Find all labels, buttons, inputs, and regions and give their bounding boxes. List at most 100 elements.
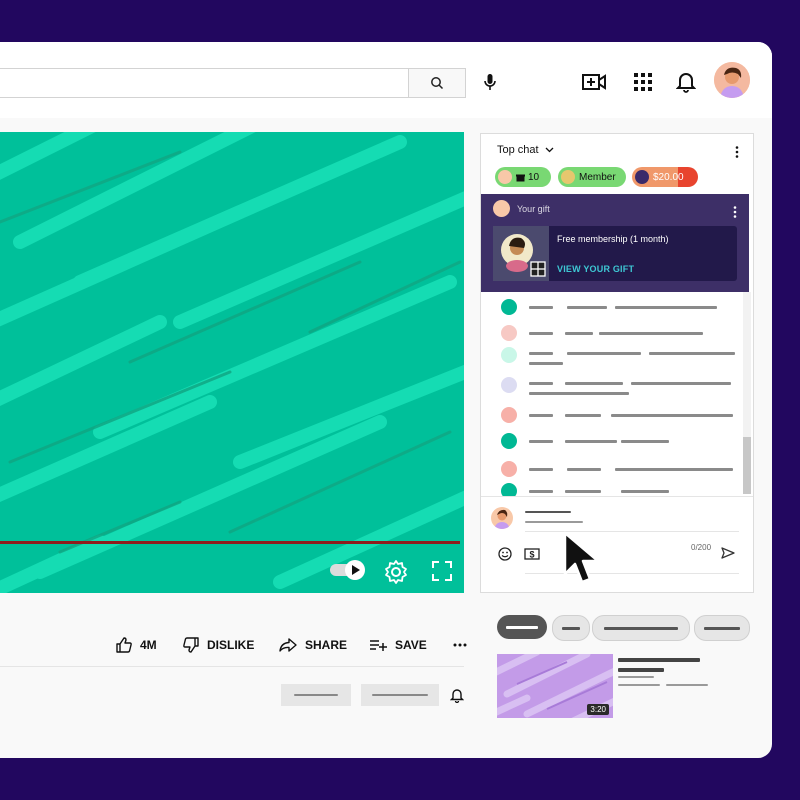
live-chat-panel: Top chat 10 Member $20.00 Your gift Free… xyxy=(480,133,754,593)
chat-message xyxy=(481,480,743,496)
chat-mode-selector[interactable]: Top chat xyxy=(497,144,554,156)
chat-message xyxy=(481,430,743,452)
autoplay-toggle[interactable] xyxy=(328,558,368,582)
chat-scrollbar-thumb[interactable] xyxy=(743,437,751,494)
recommended-video-thumbnail[interactable]: 3:20 xyxy=(497,654,613,718)
chevron-down-icon xyxy=(545,147,554,153)
chat-scrollbar[interactable] xyxy=(743,292,751,494)
gift-icon xyxy=(516,174,525,181)
chat-composer: $ 0/200 xyxy=(481,496,753,593)
save-button[interactable]: SAVE xyxy=(369,630,427,660)
account-avatar[interactable] xyxy=(714,62,750,98)
gift-card[interactable]: Free membership (1 month) VIEW YOUR GIFT xyxy=(493,226,737,281)
message-avatar xyxy=(501,377,517,393)
chat-message xyxy=(481,296,743,318)
character-count: 0/200 xyxy=(691,543,712,552)
filter-chip[interactable] xyxy=(552,615,590,641)
filter-chip-all[interactable] xyxy=(497,615,547,639)
filter-chip[interactable] xyxy=(694,615,750,641)
divider xyxy=(525,573,739,574)
thumbs-down-icon xyxy=(183,637,199,653)
chat-message-input[interactable] xyxy=(525,515,739,532)
send-icon[interactable] xyxy=(721,547,735,559)
more-vert-icon[interactable] xyxy=(735,146,739,158)
chip-gifts[interactable]: 10 xyxy=(495,167,551,187)
video-frame-pattern xyxy=(0,132,464,593)
message-avatar xyxy=(501,407,517,423)
fullscreen-icon xyxy=(432,561,452,581)
user-avatar-icon xyxy=(714,62,750,98)
chat-message xyxy=(481,344,743,372)
search-input[interactable] xyxy=(0,68,412,98)
chip-superchat[interactable]: $20.00 xyxy=(632,167,698,187)
subscribe-button[interactable] xyxy=(361,684,439,706)
emoji-icon[interactable] xyxy=(498,547,512,561)
chip-member[interactable]: Member xyxy=(558,167,626,187)
message-avatar xyxy=(501,433,517,449)
recommended-video-meta xyxy=(618,684,660,686)
filter-chip[interactable] xyxy=(592,615,690,641)
more-horiz-icon xyxy=(453,643,467,647)
chat-message xyxy=(481,404,743,426)
microphone-icon xyxy=(484,74,496,90)
like-button[interactable]: 4M xyxy=(116,630,157,660)
message-avatar xyxy=(501,483,517,496)
apps-button[interactable] xyxy=(627,66,659,98)
share-button[interactable]: SHARE xyxy=(279,630,347,660)
create-video-button[interactable] xyxy=(578,66,610,98)
more-actions-button[interactable] xyxy=(453,630,467,660)
notifications-button[interactable] xyxy=(670,66,702,98)
more-vert-icon[interactable] xyxy=(733,206,737,218)
bell-icon[interactable] xyxy=(450,688,464,703)
svg-text:$: $ xyxy=(529,550,534,560)
chip-avatar xyxy=(498,170,512,184)
video-duration: 3:20 xyxy=(587,704,609,715)
masthead xyxy=(0,42,772,118)
voice-search-button[interactable] xyxy=(476,68,504,96)
chip-member-label: Member xyxy=(579,171,616,183)
mouse-cursor-icon xyxy=(563,531,600,584)
message-avatar xyxy=(501,299,517,315)
video-player[interactable] xyxy=(0,132,464,593)
chip-avatar xyxy=(635,170,649,184)
join-button[interactable] xyxy=(281,684,351,706)
chat-message xyxy=(481,458,743,480)
chat-message xyxy=(481,322,743,344)
dislike-button[interactable]: DISLIKE xyxy=(183,630,254,660)
view-gift-link[interactable]: VIEW YOUR GIFT xyxy=(557,264,634,274)
save-label: SAVE xyxy=(395,638,427,652)
user-avatar-icon xyxy=(494,509,510,529)
fullscreen-button[interactable] xyxy=(430,558,454,584)
autoplay-toggle-icon xyxy=(330,560,365,580)
share-icon xyxy=(279,638,297,652)
gift-label: Your gift xyxy=(517,204,550,214)
thumbs-up-icon xyxy=(116,637,132,653)
add-to-playlist-icon xyxy=(370,640,387,651)
settings-button[interactable] xyxy=(382,558,410,586)
message-avatar xyxy=(501,325,517,341)
chat-message-list xyxy=(481,292,743,496)
gift-title: Free membership (1 month) xyxy=(557,234,669,244)
video-camera-add-icon xyxy=(582,74,606,90)
gear-icon xyxy=(385,560,407,584)
chat-title: Top chat xyxy=(497,144,539,156)
chat-message xyxy=(481,374,743,402)
recommended-video-channel xyxy=(618,676,654,678)
dislike-label: DISLIKE xyxy=(207,638,255,652)
gift-sender-avatar xyxy=(493,200,510,217)
divider xyxy=(0,666,464,667)
progress-bar[interactable] xyxy=(0,541,460,544)
super-chat-dollar-icon[interactable]: $ xyxy=(524,548,540,560)
video-actions: 4M DISLIKE SHARE SAVE xyxy=(0,630,467,660)
message-avatar xyxy=(501,461,517,477)
gift-thumbnail xyxy=(493,226,549,281)
bell-icon xyxy=(676,73,696,93)
message-avatar xyxy=(501,347,517,363)
like-count: 4M xyxy=(140,638,157,652)
gift-banner: Your gift Free membership (1 month) VIEW… xyxy=(481,194,749,292)
recommended-video-meta xyxy=(666,684,708,686)
search-button[interactable] xyxy=(408,68,466,98)
chip-gifts-label: 10 xyxy=(528,171,540,183)
apps-grid-icon xyxy=(634,73,652,91)
chip-superchat-label: $20.00 xyxy=(653,171,684,183)
